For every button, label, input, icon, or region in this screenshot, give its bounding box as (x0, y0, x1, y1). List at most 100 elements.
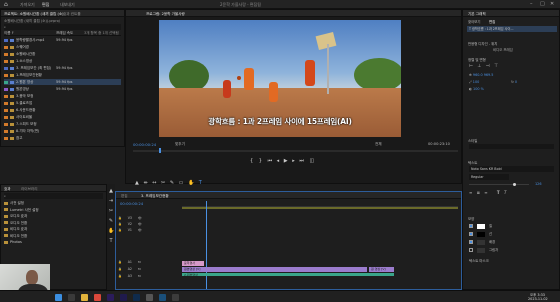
program-timecode[interactable]: 00:00:00:24 (133, 142, 156, 147)
italic-icon[interactable]: T (504, 190, 506, 195)
layer-item[interactable]: T 광학흐름 : 1과 2프레임 사이... (467, 26, 557, 32)
selection-tool-icon[interactable]: ▲ (108, 188, 114, 194)
lock-icon[interactable]: 🔒 (118, 216, 122, 220)
playhead-marker[interactable] (159, 148, 161, 153)
timeline-clip[interactable]: 원 영상 [V] (369, 267, 394, 272)
zoom-fit-select[interactable]: 맞추기 (175, 142, 185, 147)
ripple-tool-icon[interactable]: ⇹ (143, 180, 147, 186)
project-item[interactable]: 소원배시간환 (4, 51, 121, 57)
explorer-icon[interactable] (81, 293, 88, 301)
timeline-clip[interactable]: 2.원본영상 (182, 273, 394, 276)
track-header[interactable]: 🔒 A1 M (118, 260, 180, 265)
razor-tool-icon[interactable]: ✂ (108, 208, 114, 214)
checkbox[interactable] (469, 232, 473, 236)
lock-icon[interactable]: 🔒 (118, 267, 122, 271)
app-icon[interactable] (146, 293, 153, 301)
tab-timeline-edit[interactable]: 편집 (121, 194, 128, 199)
appearance-row[interactable]: 그림자 (469, 246, 557, 254)
project-item[interactable]: 6.사운드현황 (4, 107, 121, 113)
bold-icon[interactable]: T (497, 190, 500, 195)
label-color-swatch[interactable] (4, 94, 8, 98)
home-icon[interactable]: ⌂ (4, 1, 8, 8)
step-forward-icon[interactable]: ▸ (292, 158, 295, 164)
go-to-out-icon[interactable]: ⏭ (299, 158, 304, 164)
project-item[interactable]: 8.기타 자막(편) (4, 128, 121, 134)
label-color-swatch[interactable] (4, 66, 8, 70)
label-color-swatch[interactable] (4, 129, 8, 133)
step-back-icon[interactable]: ◂ (277, 158, 280, 164)
text-mask-label[interactable]: 텍스트 마스크 (469, 258, 489, 263)
selection-tool-icon[interactable]: ▲ (135, 180, 139, 186)
export-frame-icon[interactable]: ◫ (309, 158, 314, 164)
font-size-value[interactable]: 126 (535, 182, 541, 186)
color-swatch[interactable] (477, 231, 485, 237)
work-area-bar[interactable] (182, 207, 458, 209)
type-tool-icon[interactable]: T (108, 238, 114, 244)
opacity-value[interactable]: 100 % (473, 87, 484, 91)
project-item[interactable]: 7.스피드 보정 (4, 121, 121, 127)
maximize-icon[interactable]: □ (540, 1, 545, 7)
quality-select[interactable]: 전체 (375, 142, 382, 147)
search-icon[interactable] (68, 293, 75, 301)
eye-icon[interactable]: 👁 (138, 228, 142, 232)
align-top-icon[interactable]: ⊤ (494, 64, 498, 69)
tab-libraries[interactable]: 라이브러리 (21, 187, 38, 192)
timeline-clip[interactable]: 원본영상 [V] (182, 267, 367, 272)
font-style-dropdown[interactable]: Regular (469, 174, 509, 180)
subtitle-caption[interactable]: 광학흐름 : 1과 2프레임 사이에 15프레임(AI) (159, 116, 401, 127)
label-color-swatch[interactable] (4, 115, 8, 119)
track-header[interactable]: 🔒 V1 👁 (118, 228, 180, 233)
hand-tool-icon[interactable]: ✋ (108, 228, 114, 234)
effects-category[interactable]: 오디오 전환 (4, 220, 103, 226)
position-y[interactable]: 969.5 (484, 73, 494, 77)
windows-start-icon[interactable] (55, 293, 62, 301)
column-rate[interactable]: 프레임 속도 (56, 30, 73, 35)
tab-essential-graphics[interactable]: 기본 그래픽 (468, 12, 486, 17)
label-color-swatch[interactable] (4, 38, 8, 42)
slider-knob[interactable] (513, 183, 516, 186)
align-right-text-icon[interactable]: ≡ (484, 190, 487, 195)
track-header[interactable]: 🔒 V3 👁 (118, 216, 180, 221)
rectangle-tool-icon[interactable]: ▭ (179, 180, 184, 186)
tab-project[interactable]: 프로젝트: 소원배시간환 (새끼 클립 (소) (4, 12, 64, 17)
tab-edit[interactable]: 편집 (489, 19, 495, 24)
appearance-row[interactable]: 배경 (469, 238, 557, 246)
align-right-icon[interactable]: ⊣ (486, 64, 490, 69)
appearance-row[interactable]: 칠 (469, 222, 557, 230)
track-header[interactable]: 🔒 A2 M (118, 267, 180, 272)
pin-to-value[interactable]: 비디오 프레임 (493, 47, 513, 52)
effects-category[interactable]: 비디오 효과 (4, 226, 103, 232)
tab-effects[interactable]: 효과 (4, 187, 11, 192)
tab-effect-controls[interactable]: 효과 컨트롤 (63, 12, 81, 17)
project-item[interactable]: 3.음악 보정 (4, 93, 121, 99)
effects-category[interactable]: 사전 설정 (4, 200, 103, 206)
mute-icon[interactable]: M (138, 274, 141, 278)
type-tool-icon[interactable]: T (199, 180, 202, 186)
checkbox[interactable] (469, 240, 473, 244)
project-item[interactable]: 참고 (4, 135, 121, 141)
tab-browse[interactable]: 찾아보기 (468, 19, 480, 24)
scale-value[interactable]: 100 (473, 80, 479, 84)
mark-in-icon[interactable]: { (250, 158, 253, 164)
label-color-swatch[interactable] (4, 87, 8, 91)
project-item[interactable]: 3. 프레임보간 (최 편집) 59.94 fps (4, 65, 121, 71)
checkbox[interactable] (469, 248, 473, 252)
track-header[interactable]: 🔒 A3 M (118, 274, 180, 279)
effects-search[interactable]: ⌕ (4, 193, 103, 199)
checkbox[interactable] (469, 224, 473, 228)
label-color-swatch[interactable] (4, 59, 8, 63)
effects-category[interactable]: Photos (4, 239, 103, 245)
app-icon[interactable] (159, 293, 166, 301)
lock-icon[interactable]: 🔒 (118, 274, 122, 278)
razor-tool-icon[interactable]: ✂ (161, 180, 165, 186)
project-item[interactable]: 1.소스영상 (4, 58, 121, 64)
workspace-export[interactable]: 내보내기 (60, 2, 75, 8)
track-header[interactable]: 🔒 V2 👁 (118, 222, 180, 227)
play-icon[interactable]: ▶ (284, 158, 288, 164)
lock-icon[interactable]: 🔒 (118, 260, 122, 264)
label-color-swatch[interactable] (4, 45, 8, 49)
go-to-in-icon[interactable]: ⏮ (268, 158, 273, 164)
mark-out-icon[interactable]: } (259, 158, 262, 164)
effects-category[interactable]: Lumetri 사전 설정 (4, 207, 103, 213)
label-color-swatch[interactable] (4, 101, 8, 105)
